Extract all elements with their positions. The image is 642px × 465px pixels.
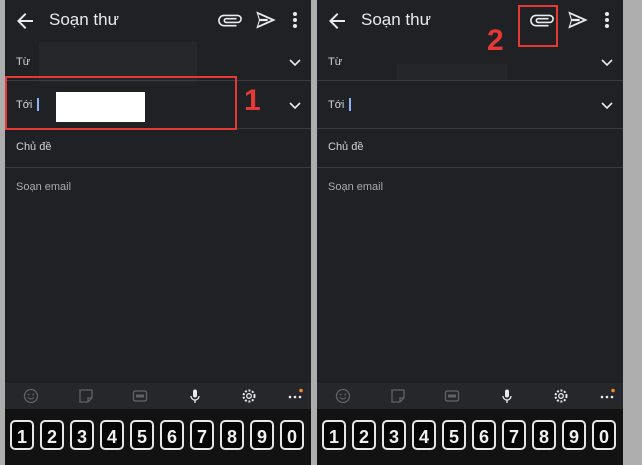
key-6[interactable]: 6 [472, 420, 496, 450]
back-arrow-icon[interactable] [13, 9, 37, 33]
number-key-row: 1 2 3 4 5 6 7 8 9 0 [317, 409, 623, 465]
step-number-1: 1 [244, 84, 261, 117]
step-number-2: 2 [487, 24, 504, 57]
compose-screen-left: Soạn thư Từ Tới Chủ đề Soạn email 1 2 3 … [5, 0, 311, 465]
key-4[interactable]: 4 [100, 420, 124, 450]
page-title: Soạn thư [361, 10, 431, 29]
chevron-down-icon[interactable] [599, 54, 615, 70]
key-2[interactable]: 2 [40, 420, 64, 450]
key-7[interactable]: 7 [502, 420, 526, 450]
keyboard-toolbar [317, 383, 623, 409]
settings-icon[interactable] [241, 388, 257, 404]
text-cursor [349, 98, 351, 111]
microphone-icon[interactable] [499, 388, 515, 404]
sticker-icon[interactable] [390, 388, 406, 404]
more-vertical-icon[interactable] [285, 7, 305, 33]
key-3[interactable]: 3 [382, 420, 406, 450]
app-bar: Soạn thư [5, 0, 311, 40]
subject-input[interactable]: Chủ đề [328, 141, 363, 153]
to-row[interactable]: Tới [317, 84, 623, 124]
attach-icon[interactable] [217, 7, 243, 33]
from-row[interactable]: Từ [317, 42, 623, 82]
more-vertical-icon[interactable] [597, 7, 617, 33]
gif-icon[interactable] [444, 388, 460, 404]
send-icon[interactable] [253, 7, 279, 33]
key-1[interactable]: 1 [10, 420, 34, 450]
key-8[interactable]: 8 [532, 420, 556, 450]
key-1[interactable]: 1 [322, 420, 346, 450]
settings-icon[interactable] [553, 388, 569, 404]
to-field-highlight [5, 76, 237, 130]
key-5[interactable]: 5 [130, 420, 154, 450]
chevron-down-icon[interactable] [599, 97, 615, 113]
divider [317, 167, 623, 168]
attach-highlight [518, 5, 558, 47]
key-0[interactable]: 0 [592, 420, 616, 450]
more-horizontal-icon[interactable] [287, 388, 303, 404]
key-9[interactable]: 9 [250, 420, 274, 450]
gif-icon[interactable] [132, 388, 148, 404]
to-input[interactable] [353, 92, 537, 118]
emoji-icon[interactable] [23, 388, 39, 404]
key-8[interactable]: 8 [220, 420, 244, 450]
number-key-row: 1 2 3 4 5 6 7 8 9 0 [5, 409, 311, 465]
key-0[interactable]: 0 [280, 420, 304, 450]
back-arrow-icon[interactable] [325, 9, 349, 33]
to-label: Tới [328, 99, 345, 111]
send-icon[interactable] [565, 7, 591, 33]
key-6[interactable]: 6 [160, 420, 184, 450]
key-3[interactable]: 3 [70, 420, 94, 450]
key-9[interactable]: 9 [562, 420, 586, 450]
divider [317, 80, 623, 81]
from-label: Từ [328, 56, 343, 68]
chevron-down-icon[interactable] [287, 97, 303, 113]
key-2[interactable]: 2 [352, 420, 376, 450]
app-bar: Soạn thư [317, 0, 623, 40]
from-address-redacted [397, 64, 507, 80]
divider [317, 128, 623, 129]
emoji-icon[interactable] [335, 388, 351, 404]
divider [5, 167, 311, 168]
key-5[interactable]: 5 [442, 420, 466, 450]
body-input[interactable]: Soạn email [328, 181, 383, 193]
keyboard-toolbar [5, 383, 311, 409]
sticker-icon[interactable] [78, 388, 94, 404]
from-label: Từ [16, 56, 31, 68]
chevron-down-icon[interactable] [287, 54, 303, 70]
body-input[interactable]: Soạn email [16, 181, 71, 193]
compose-screen-right: Soạn thư Từ Tới Chủ đề Soạn email 1 2 3 … [317, 0, 623, 465]
page-title: Soạn thư [49, 10, 119, 29]
more-horizontal-icon[interactable] [599, 388, 615, 404]
subject-input[interactable]: Chủ đề [16, 141, 51, 153]
key-4[interactable]: 4 [412, 420, 436, 450]
microphone-icon[interactable] [187, 388, 203, 404]
key-7[interactable]: 7 [190, 420, 214, 450]
